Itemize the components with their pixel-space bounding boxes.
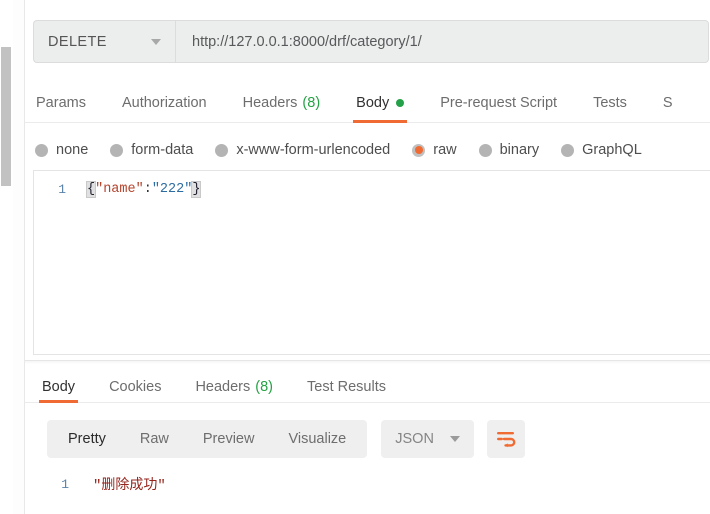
json-brace-close: }: [191, 180, 202, 198]
response-tab-body-active-underline: [39, 400, 79, 403]
request-editor-code[interactable]: {"name":"222"}: [85, 180, 202, 198]
radio-graphql-icon: [561, 143, 575, 157]
view-mode-raw-label: Raw: [139, 431, 169, 447]
url-input-value: http://127.0.0.1:8000/drf/category/1/: [192, 33, 422, 50]
json-brace-open: {: [85, 180, 97, 198]
tab-headers-count: (8): [302, 95, 321, 111]
response-tab-headers-count: (8): [255, 379, 273, 395]
response-body-line-number: 1: [61, 476, 69, 492]
tab-body-active-underline: [353, 120, 408, 123]
response-tab-test-results-label: Test Results: [307, 379, 386, 395]
http-method-select[interactable]: DELETE: [33, 20, 175, 63]
body-modified-dot-icon: [396, 99, 405, 107]
response-tab-cookies-label: Cookies: [109, 379, 162, 395]
tab-settings[interactable]: S: [660, 83, 676, 123]
response-tab-cookies[interactable]: Cookies: [106, 371, 164, 403]
chevron-down-icon: [449, 436, 460, 442]
request-body-editor[interactable]: 1 {"name":"222"}: [33, 170, 710, 355]
response-tab-test-results[interactable]: Test Results: [304, 371, 389, 403]
json-colon: :: [143, 181, 152, 197]
tab-settings-label: S: [662, 95, 673, 111]
view-mode-preview-label: Preview: [202, 431, 255, 447]
request-editor-line-number: 1: [58, 181, 66, 197]
body-type-urlencoded[interactable]: x-www-form-urlencoded: [215, 142, 390, 158]
tab-body-label: Body: [356, 95, 390, 111]
view-mode-preview[interactable]: Preview: [186, 420, 272, 458]
postman-request-response-view: DELETE http://127.0.0.1:8000/drf/categor…: [0, 0, 710, 514]
body-type-form-data[interactable]: form-data: [110, 142, 193, 158]
body-type-radio-group: none form-data x-www-form-urlencoded raw…: [25, 132, 710, 168]
tab-params[interactable]: Params: [33, 83, 89, 123]
response-view-mode-group: Pretty Raw Preview Visualize: [47, 420, 368, 458]
response-tab-body[interactable]: Body: [39, 371, 79, 403]
radio-urlencoded-icon: [215, 143, 229, 157]
tab-params-label: Params: [36, 95, 86, 111]
tab-pre-request-script-label: Pre-request Script: [440, 95, 558, 111]
wrap-text-button[interactable]: [486, 420, 525, 458]
response-tab-headers-label: Headers: [195, 379, 251, 395]
tab-headers[interactable]: Headers (8): [240, 83, 324, 123]
tab-authorization-label: Authorization: [121, 95, 207, 111]
response-tab-body-label: Body: [42, 379, 76, 395]
url-input[interactable]: http://127.0.0.1:8000/drf/category/1/: [175, 20, 709, 63]
main-panel: DELETE http://127.0.0.1:8000/drf/categor…: [25, 0, 710, 514]
tab-headers-label: Headers: [242, 95, 298, 111]
response-format-label: JSON: [395, 431, 434, 447]
body-type-raw-label: raw: [433, 142, 457, 158]
view-mode-visualize-label: Visualize: [288, 431, 347, 447]
page-scrollbar-thumb[interactable]: [1, 47, 11, 186]
wrap-text-icon: [496, 432, 516, 448]
left-edge-gutter: [13, 0, 25, 514]
tab-body[interactable]: Body: [353, 83, 408, 123]
url-bar: DELETE http://127.0.0.1:8000/drf/categor…: [33, 20, 709, 63]
body-type-binary-label: binary: [499, 142, 540, 158]
request-editor-line: 1 {"name":"222"}: [34, 178, 710, 200]
tab-tests[interactable]: Tests: [590, 83, 630, 123]
body-type-form-data-label: form-data: [131, 142, 194, 158]
response-tab-strip: Body Cookies Headers (8) Test Results: [25, 371, 710, 403]
view-mode-raw[interactable]: Raw: [123, 420, 186, 458]
json-key: "name": [95, 181, 144, 197]
body-type-none-label: none: [56, 142, 89, 158]
response-body-line: 1 "删除成功": [33, 473, 710, 495]
radio-none-icon: [35, 143, 48, 157]
body-type-none[interactable]: none: [35, 142, 88, 158]
radio-form-data-icon: [110, 143, 124, 157]
pane-divider-shadow: [25, 361, 710, 364]
response-view-toolbar: Pretty Raw Preview Visualize JSON: [47, 420, 525, 458]
json-value: "222": [151, 181, 193, 197]
response-body-viewer[interactable]: 1 "删除成功": [33, 465, 710, 514]
radio-raw-icon: [412, 143, 426, 157]
tab-authorization[interactable]: Authorization: [119, 83, 210, 123]
response-body-text: "删除成功": [93, 478, 166, 494]
view-mode-pretty[interactable]: Pretty: [51, 420, 123, 458]
body-type-urlencoded-label: x-www-form-urlencoded: [236, 142, 391, 158]
page-scrollbar-track[interactable]: [0, 0, 13, 514]
chevron-down-icon: [151, 38, 161, 45]
response-format-select[interactable]: JSON: [381, 420, 474, 458]
body-type-graphql-label: GraphQL: [582, 142, 642, 158]
body-type-binary[interactable]: binary: [478, 142, 540, 158]
tab-pre-request-script[interactable]: Pre-request Script: [437, 83, 560, 123]
request-tab-strip: Params Authorization Headers (8) Body Pr…: [25, 83, 710, 123]
body-type-graphql[interactable]: GraphQL: [561, 142, 642, 158]
tab-tests-label: Tests: [593, 95, 627, 111]
radio-binary-icon: [478, 143, 492, 157]
view-mode-visualize[interactable]: Visualize: [271, 420, 363, 458]
response-tab-headers[interactable]: Headers (8): [192, 371, 276, 403]
body-type-raw[interactable]: raw: [412, 142, 457, 158]
view-mode-pretty-label: Pretty: [68, 431, 106, 447]
http-method-label: DELETE: [48, 33, 107, 50]
